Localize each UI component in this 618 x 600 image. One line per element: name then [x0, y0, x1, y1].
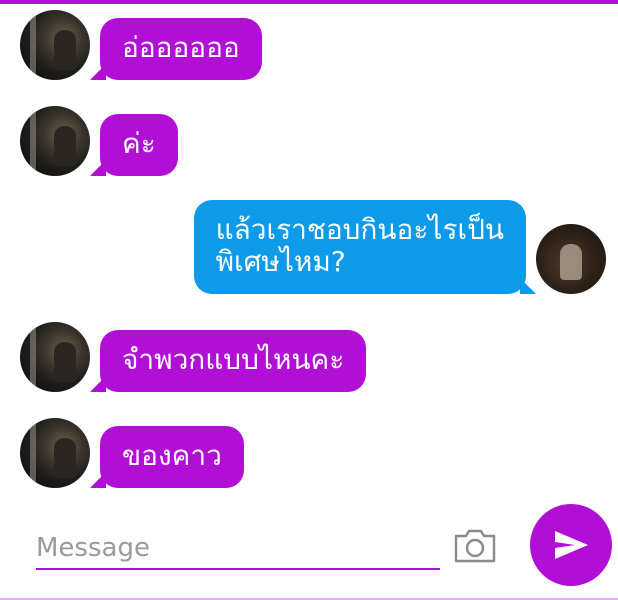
message-text-line: พิเศษไหม?	[215, 245, 346, 278]
contact-avatar[interactable]	[20, 10, 90, 80]
message-input[interactable]	[36, 528, 440, 570]
message-row: ของคาว	[0, 418, 618, 488]
user-avatar[interactable]	[536, 224, 606, 294]
sent-message-bubble[interactable]: แล้วเราชอบกินอะไรเป็น พิเศษไหม?	[193, 200, 537, 294]
message-text: อ่ออออออ	[122, 31, 240, 64]
message-row: ค่ะ	[0, 106, 618, 176]
message-row: อ่ออออออ	[0, 10, 618, 80]
message-composer	[0, 498, 618, 600]
contact-avatar[interactable]	[20, 106, 90, 176]
send-icon	[555, 531, 588, 559]
message-row: แล้วเราชอบกินอะไรเป็น พิเศษไหม?	[0, 200, 618, 294]
message-text: จำพวกแบบไหนคะ	[122, 343, 345, 376]
message-text: ค่ะ	[122, 127, 156, 160]
message-text-line: แล้วเราชอบกินอะไรเป็น	[215, 213, 504, 246]
contact-avatar[interactable]	[20, 322, 90, 392]
top-bar	[0, 0, 618, 4]
chat-screen: อ่ออออออ ค่ะ แล้วเราชอบกินอะไรเป็น พิเศษ…	[0, 0, 618, 600]
contact-avatar[interactable]	[20, 418, 90, 488]
camera-icon[interactable]	[452, 528, 498, 564]
received-message-bubble[interactable]: ของคาว	[90, 426, 244, 488]
received-message-bubble[interactable]: อ่ออออออ	[90, 18, 262, 80]
message-text: ของคาว	[122, 439, 222, 472]
received-message-bubble[interactable]: ค่ะ	[90, 114, 178, 176]
message-row: จำพวกแบบไหนคะ	[0, 322, 618, 392]
received-message-bubble[interactable]: จำพวกแบบไหนคะ	[89, 330, 367, 392]
send-button[interactable]	[530, 504, 612, 586]
